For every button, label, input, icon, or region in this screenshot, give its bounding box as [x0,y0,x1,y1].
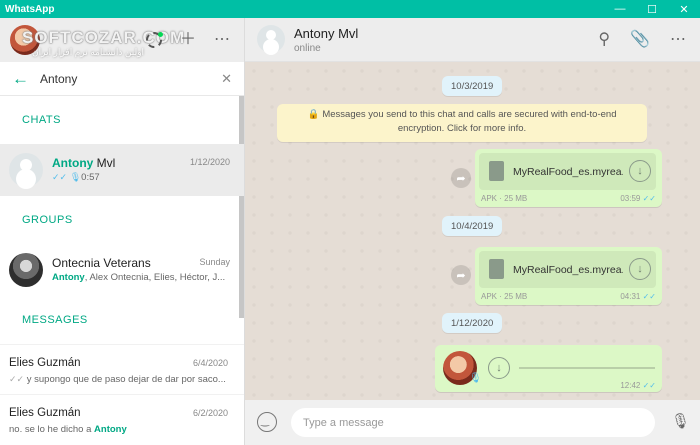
new-chat-icon[interactable]: ＋ [180,32,196,48]
menu-dots-icon[interactable]: ⋯ [214,32,230,48]
message-composer: 🎙 [245,400,700,445]
forward-icon[interactable]: ➦ [451,265,471,285]
double-tick-icon: ✓✓ [642,292,656,301]
contact-avatar[interactable] [257,25,285,53]
default-avatar-icon [9,153,43,187]
message-date: 6/4/2020 [192,358,228,368]
chat-panel: Antony Mvl online ⚲ 📎 ⋯ 10/3/2019 🔒 Messa… [245,18,700,445]
message-snippet: ✓✓ y supongo que de paso dejar de dar po… [9,374,226,385]
chat-header[interactable]: Antony Mvl online ⚲ 📎 ⋯ [245,18,700,62]
microphone-icon[interactable]: 🎙 [671,412,690,430]
menu-dots-icon[interactable]: ⋯ [670,32,686,48]
conversation-area[interactable]: 10/3/2019 🔒 Messages you send to this cha… [245,62,700,400]
message-time: 04:31 ✓✓ [620,292,656,301]
back-arrow-icon[interactable]: ← [12,69,40,89]
chat-preview: ✓✓ 🎙0:57 [52,172,100,183]
date-divider: 1/12/2020 [442,313,503,333]
double-tick-icon: ✓✓ [9,374,25,384]
date-divider: 10/4/2019 [442,216,503,236]
group-name: Ontecnia Veterans [52,256,151,270]
search-bar: ← ✕ [0,62,244,96]
message-result-item[interactable]: Elies Guzmán 6/4/2020 ✓✓ y supongo que d… [0,344,244,394]
maximize-button[interactable]: ☐ [636,0,668,18]
double-tick-icon: ✓✓ [642,194,656,203]
message-result-item[interactable]: Elies Guzmán 6/2/2020 no. se lo he dicho… [0,394,244,444]
clear-search-icon[interactable]: ✕ [221,71,232,87]
download-icon[interactable]: ↓ [629,160,651,182]
watermark-subtext: اولین دانشنامه نرم افزار ایران [32,47,145,57]
message-input[interactable] [291,408,655,437]
group-members: Antony, Alex Ontecnia, Elies, Héctor, J.… [52,272,226,283]
chat-name: Antony Mvl [52,156,116,170]
file-icon [489,161,504,181]
encryption-notice[interactable]: 🔒 Messages you send to this chat and call… [277,104,647,142]
mic-icon: 🎙 [469,373,482,384]
download-icon[interactable]: ↓ [629,258,651,280]
message-sender: Elies Guzmán [9,407,81,419]
search-input[interactable] [40,71,222,86]
section-groups-header: GROUPS [22,214,73,226]
group-avatar [9,253,43,287]
file-attachment: MyRealFood_es.myrea... ↓ [479,153,656,190]
message-date: 6/2/2020 [192,408,228,418]
chat-item-antony[interactable]: Antony Mvl 1/12/2020 ✓✓ 🎙0:57 [0,144,244,196]
file-meta: APK · 25 MB [481,292,528,301]
file-message[interactable]: MyRealFood_es.myrea... ↓ APK · 25 MB 04:… [475,247,662,305]
sidebar-header: SOFTCOZAR.COM اولین دانشنامه نرم افزار ا… [0,18,244,62]
audio-progress-track[interactable] [519,367,655,369]
date-divider: 10/3/2019 [442,76,503,96]
group-date: Sunday [199,257,230,267]
file-name: MyRealFood_es.myrea... [513,264,623,276]
contact-status: online [294,43,321,54]
emoji-icon[interactable] [257,412,277,432]
window-titlebar: WhatsApp — ☐ ✕ [0,0,700,18]
section-messages-header: MESSAGES [22,314,88,326]
status-icon[interactable] [145,32,163,48]
minimize-button[interactable]: — [604,0,636,18]
window-title: WhatsApp [5,3,55,15]
file-name: MyRealFood_es.myrea... [513,166,623,178]
double-tick-icon: ✓✓ [52,172,68,182]
section-chats-header: CHATS [22,114,61,126]
voice-message[interactable]: 🎙 ↓ 12:42 ✓✓ [435,345,662,392]
download-icon[interactable]: ↓ [488,357,510,379]
message-sender: Elies Guzmán [9,357,81,369]
message-snippet: no. se lo he dicho a Antony [9,424,127,435]
forward-icon[interactable]: ➦ [451,168,471,188]
file-meta: APK · 25 MB [481,194,528,203]
file-attachment: MyRealFood_es.myrea... ↓ [479,251,656,288]
mic-icon: 🎙 [69,172,82,182]
file-icon [489,259,504,279]
chat-date: 1/12/2020 [189,157,230,167]
search-icon[interactable]: ⚲ [598,32,610,48]
lock-icon: 🔒 [307,109,320,120]
file-message[interactable]: MyRealFood_es.myrea... ↓ APK · 25 MB 03:… [475,149,662,207]
message-time: 12:42 ✓✓ [620,381,656,390]
double-tick-icon: ✓✓ [642,381,656,390]
message-time: 03:59 ✓✓ [620,194,656,203]
contact-name: Antony Mvl [294,26,359,41]
attach-paperclip-icon[interactable]: 📎 [630,32,650,48]
close-window-button[interactable]: ✕ [668,0,700,18]
sidebar: SOFTCOZAR.COM اولین دانشنامه نرم افزار ا… [0,18,245,445]
group-item-ontecnia[interactable]: Ontecnia Veterans Sunday Antony, Alex On… [0,244,244,296]
